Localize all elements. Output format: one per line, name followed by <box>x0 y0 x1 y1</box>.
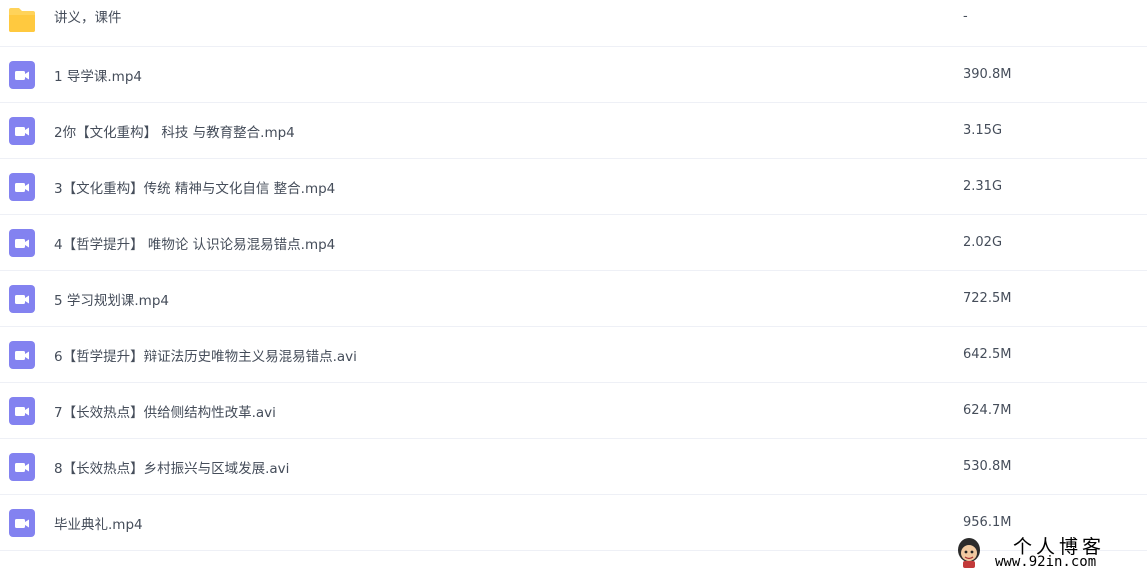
video-file-icon <box>9 117 35 145</box>
file-list: 讲义，课件 - 1 导学课.mp4 390.8M 2你【文化重构】 科技 与教育… <box>0 0 1147 551</box>
file-name[interactable]: 8【长效热点】乡村振兴与区域发展.avi <box>54 439 289 494</box>
file-name[interactable]: 4【哲学提升】 唯物论 认识论易混易错点.mp4 <box>54 215 335 270</box>
file-row[interactable]: 6【哲学提升】辩证法历史唯物主义易混易错点.avi 642.5M <box>0 327 1147 383</box>
file-size: 2.02G <box>963 235 1003 250</box>
file-name[interactable]: 5 学习规划课.mp4 <box>54 271 169 326</box>
cartoon-avatar-icon <box>958 538 980 568</box>
file-size: 3.15G <box>963 123 1003 138</box>
file-row[interactable]: 4【哲学提升】 唯物论 认识论易混易错点.mp4 2.02G <box>0 215 1147 271</box>
file-name[interactable]: 1 导学课.mp4 <box>54 47 142 102</box>
folder-icon <box>9 8 35 32</box>
video-file-icon <box>9 285 35 313</box>
file-row[interactable]: 1 导学课.mp4 390.8M <box>0 47 1147 103</box>
file-row[interactable]: 8【长效热点】乡村振兴与区域发展.avi 530.8M <box>0 439 1147 495</box>
video-file-icon <box>9 229 35 257</box>
file-size: 642.5M <box>963 347 1012 362</box>
file-size: 722.5M <box>963 291 1012 306</box>
video-file-icon <box>9 173 35 201</box>
file-size: 390.8M <box>963 67 1012 82</box>
video-file-icon <box>9 341 35 369</box>
file-size: - <box>963 8 968 24</box>
file-size: 2.31G <box>963 179 1003 194</box>
video-file-icon <box>9 509 35 537</box>
video-file-icon <box>9 61 35 89</box>
watermark-url: www.92in.com <box>995 554 1097 570</box>
video-file-icon <box>9 453 35 481</box>
file-row-folder[interactable]: 讲义，课件 - <box>0 0 1147 47</box>
file-row[interactable]: 5 学习规划课.mp4 722.5M <box>0 271 1147 327</box>
blog-watermark: 个人博客 www.92in.com <box>955 532 1145 572</box>
file-row[interactable]: 2你【文化重构】 科技 与教育整合.mp4 3.15G <box>0 103 1147 159</box>
file-row[interactable]: 3【文化重构】传统 精神与文化自信 整合.mp4 2.31G <box>0 159 1147 215</box>
file-name[interactable]: 6【哲学提升】辩证法历史唯物主义易混易错点.avi <box>54 327 357 382</box>
file-name[interactable]: 毕业典礼.mp4 <box>54 495 143 550</box>
file-name[interactable]: 3【文化重构】传统 精神与文化自信 整合.mp4 <box>54 159 335 214</box>
file-name[interactable]: 2你【文化重构】 科技 与教育整合.mp4 <box>54 103 295 158</box>
video-file-icon <box>9 397 35 425</box>
file-row[interactable]: 7【长效热点】供给侧结构性改革.avi 624.7M <box>0 383 1147 439</box>
file-name[interactable]: 讲义，课件 <box>54 0 122 39</box>
file-size: 624.7M <box>963 403 1012 418</box>
file-name[interactable]: 7【长效热点】供给侧结构性改革.avi <box>54 383 276 438</box>
file-size: 530.8M <box>963 459 1012 474</box>
